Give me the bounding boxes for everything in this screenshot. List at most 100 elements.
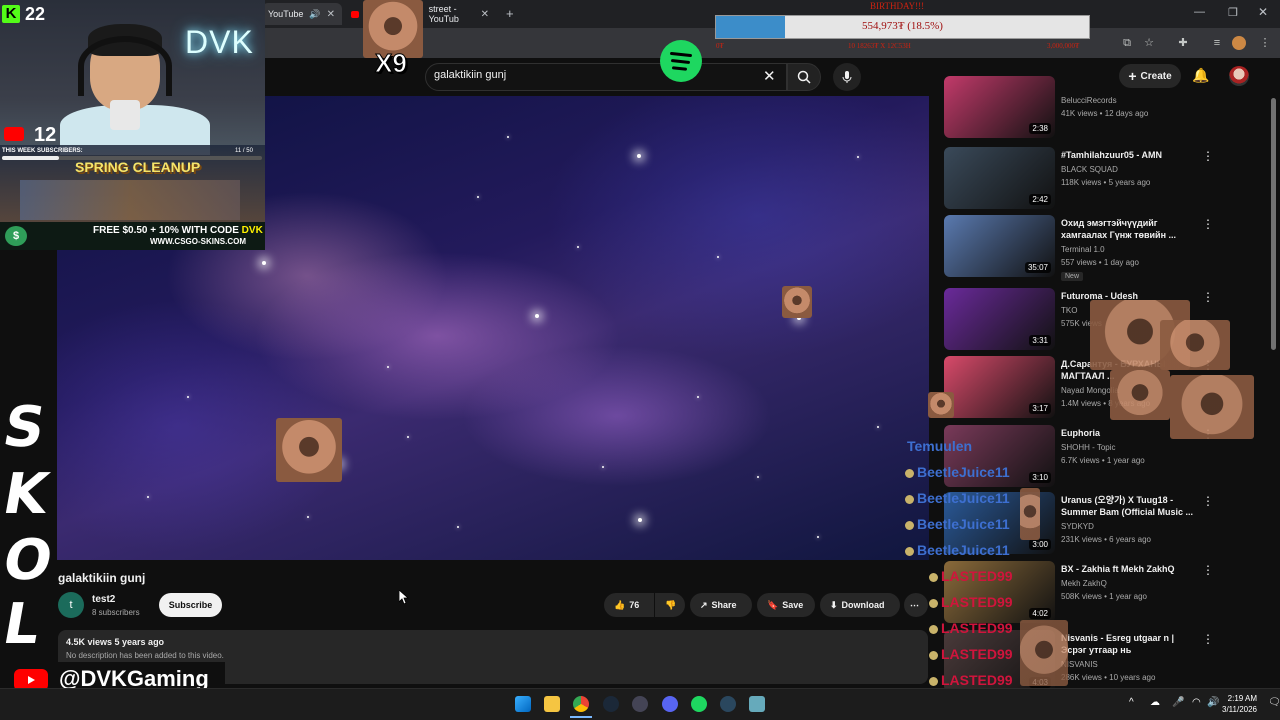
dislike-button[interactable]: 👎 <box>655 593 685 617</box>
close-tab-icon[interactable]: ✕ <box>327 9 335 20</box>
chat-badge-icon <box>929 677 938 686</box>
voice-search-button[interactable] <box>833 63 861 91</box>
video-channel[interactable]: SHOHH - Topic <box>1061 443 1116 452</box>
new-badge: New <box>1061 272 1084 281</box>
video-thumbnail[interactable]: 2:38 <box>944 76 1055 138</box>
star <box>817 536 819 538</box>
chat-username: BeetleJuice11 <box>917 490 1010 506</box>
more-options-icon[interactable]: ⋮ <box>1202 290 1214 304</box>
steam-icon[interactable] <box>720 696 736 712</box>
close-tab-icon[interactable]: ✕ <box>481 9 489 20</box>
star <box>717 256 719 258</box>
tab-youtube[interactable]: YouTube 🔊 ✕ <box>262 3 342 25</box>
video-thumbnail[interactable]: 3:17 <box>944 356 1055 418</box>
thumbs-up-icon: 👍 <box>614 599 626 610</box>
subscribe-button[interactable]: Subscribe <box>159 593 222 617</box>
microphone-icon[interactable]: 🎤 <box>1172 697 1184 708</box>
search-button[interactable] <box>787 63 821 91</box>
video-channel[interactable]: Mekh ZakhQ <box>1061 579 1107 588</box>
notification-center-icon[interactable]: 🗨 <box>1268 697 1280 708</box>
star <box>857 156 859 158</box>
cast-icon[interactable]: ⧉ <box>1120 36 1134 50</box>
maximize-icon[interactable]: ❐ <box>1228 6 1238 19</box>
scrollbar-thumb[interactable] <box>1271 98 1276 350</box>
chrome-icon[interactable] <box>573 696 589 712</box>
discord-icon[interactable] <box>662 696 678 712</box>
meme-face-overlay <box>928 392 954 418</box>
file-explorer-icon[interactable] <box>544 696 560 712</box>
channel-name[interactable]: test2 <box>92 594 115 605</box>
share-button[interactable]: ↗ Share <box>690 593 752 617</box>
meme-face-overlay <box>782 286 812 318</box>
video-title[interactable]: Uranus (오양가) X Tuug18 - Summer Bam (Offi… <box>1061 494 1196 518</box>
app-icon[interactable] <box>749 696 765 712</box>
video-title[interactable]: Охид эмэгтэйчүүдийг хамгаалах Гүнж төвий… <box>1061 217 1196 241</box>
star <box>407 436 409 438</box>
video-title[interactable]: BX - Zakhia ft Mekh ZakhQ <box>1061 563 1196 575</box>
csgo-skins-logo-icon: $ <box>5 226 27 246</box>
more-options-icon[interactable]: ⋮ <box>1202 563 1214 577</box>
video-channel[interactable]: SYDKYD <box>1061 522 1094 531</box>
more-options-icon[interactable]: ⋮ <box>1202 217 1214 231</box>
more-options-icon[interactable]: ⋮ <box>1202 149 1214 163</box>
video-meta: 6.7K views • 1 year ago <box>1061 456 1145 465</box>
video-title: galaktikiin gunj <box>58 571 146 585</box>
minimize-icon[interactable]: — <box>1194 6 1205 18</box>
more-actions-button[interactable]: ⋯ <box>904 593 928 617</box>
chevron-up-icon[interactable]: ^ <box>1129 697 1134 708</box>
video-thumbnail[interactable]: 35:07 <box>944 215 1055 277</box>
volume-icon[interactable]: 🔊 <box>1207 697 1219 708</box>
menu-dots-icon[interactable]: ⋮ <box>1258 36 1272 50</box>
bookmark-star-icon[interactable]: ☆ <box>1142 36 1156 50</box>
more-options-icon[interactable]: ⋮ <box>1202 632 1214 646</box>
wifi-icon[interactable]: ◠ <box>1192 697 1201 708</box>
video-channel[interactable]: Terminal 1.0 <box>1061 245 1105 254</box>
chat-badge-icon <box>929 625 938 634</box>
like-count: 76 <box>629 600 640 610</box>
more-horizontal-icon: ⋯ <box>910 599 919 610</box>
save-button[interactable]: 🔖 Save <box>757 593 815 617</box>
share-label: Share <box>711 600 737 610</box>
chat-username: LASTED99 <box>941 568 1013 584</box>
donation-goal-min: 0₮ <box>716 42 724 50</box>
donation-goal-note: 10 18263₮ X 12C53Н <box>848 42 911 50</box>
like-button[interactable]: 👍 76 <box>604 593 654 617</box>
recommended-video[interactable]: 35:07 Охид эмэгтэйчүүдийг хамгаалах Гүнж … <box>944 215 1244 281</box>
new-tab-button[interactable]: + <box>506 6 514 21</box>
steam-icon[interactable] <box>603 696 619 712</box>
close-window-icon[interactable]: ✕ <box>1258 5 1268 19</box>
video-duration: 4:02 <box>1029 608 1051 619</box>
clock-time: 2:19 AM <box>1227 694 1257 703</box>
spring-cleanup-banner: SPRING CLEANUP <box>75 159 201 175</box>
profile-icon[interactable] <box>1232 36 1246 50</box>
obs-icon[interactable] <box>632 696 648 712</box>
clear-search-icon[interactable]: ✕ <box>763 67 776 85</box>
system-clock[interactable]: 2:19 AM 3/11/2026 <box>1222 693 1257 715</box>
chat-username: BeetleJuice11 <box>917 516 1010 532</box>
video-thumbnail[interactable]: 2:42 <box>944 147 1055 209</box>
star <box>477 196 479 198</box>
youtube-logo-icon <box>4 127 24 141</box>
side-letter: K <box>0 462 54 527</box>
extensions-icon[interactable]: ✚ <box>1176 36 1190 50</box>
video-channel[interactable]: TKO <box>1061 306 1077 315</box>
reading-list-icon[interactable]: ≡ <box>1210 36 1224 50</box>
search-input[interactable]: galaktikiin gunj <box>434 69 506 81</box>
download-button[interactable]: ⬇ Download <box>820 593 900 617</box>
more-options-icon[interactable]: ⋮ <box>1202 494 1214 508</box>
video-duration: 3:31 <box>1029 335 1051 346</box>
video-title[interactable]: #Tamhilahzuur05 - AMN <box>1061 149 1196 161</box>
video-channel[interactable]: BelucciRecords <box>1061 96 1117 105</box>
video-channel[interactable]: BLACK SQUAD <box>1061 165 1118 174</box>
channel-avatar[interactable]: t <box>58 592 84 618</box>
spotify-icon[interactable] <box>691 696 707 712</box>
headset-icon <box>78 36 172 96</box>
chat-username: Temuulen <box>907 438 973 454</box>
video-meta: 41K views • 12 days ago <box>1061 109 1149 118</box>
recommended-video[interactable]: 2:38 BelucciRecords 41K views • 12 days ag… <box>944 76 1244 140</box>
recommended-video[interactable]: 2:42 #Tamhilahzuur05 - AMN BLACK SQUAD 118K… <box>944 147 1244 211</box>
windows-start-icon[interactable] <box>515 696 531 712</box>
video-thumbnail[interactable]: 3:31 <box>944 288 1055 350</box>
video-title[interactable]: Nisvanis - Esreg utgaar n | Эсрэг утгаар… <box>1061 632 1196 656</box>
cloud-icon[interactable]: ☁ <box>1150 697 1160 708</box>
